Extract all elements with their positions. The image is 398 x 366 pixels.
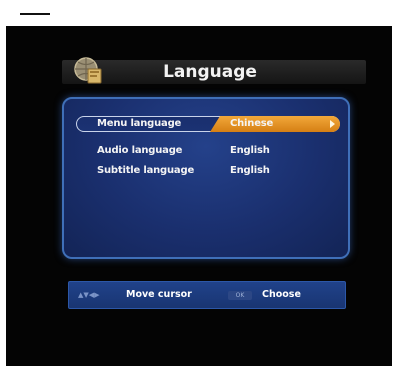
audio-language-label: Audio language <box>97 145 183 156</box>
menu-language-value: Chinese <box>230 118 274 129</box>
top-cropped-strip <box>0 0 398 26</box>
menu-language-label: Menu language <box>97 118 182 129</box>
right-arrow-icon[interactable] <box>330 120 335 128</box>
subtitle-language-value: English <box>230 165 270 176</box>
move-cursor-hint: Move cursor <box>126 289 192 300</box>
help-bar <box>68 281 346 309</box>
direction-keys-icon: ▲▼◀▶ <box>78 291 100 299</box>
cropped-underline <box>20 13 50 15</box>
subtitle-language-label: Subtitle language <box>97 165 195 176</box>
ok-key-icon: OK <box>228 291 252 300</box>
choose-hint: Choose <box>262 289 301 300</box>
globe-book-icon <box>74 57 102 84</box>
page-title: Language <box>163 62 257 82</box>
audio-language-value: English <box>230 145 270 156</box>
